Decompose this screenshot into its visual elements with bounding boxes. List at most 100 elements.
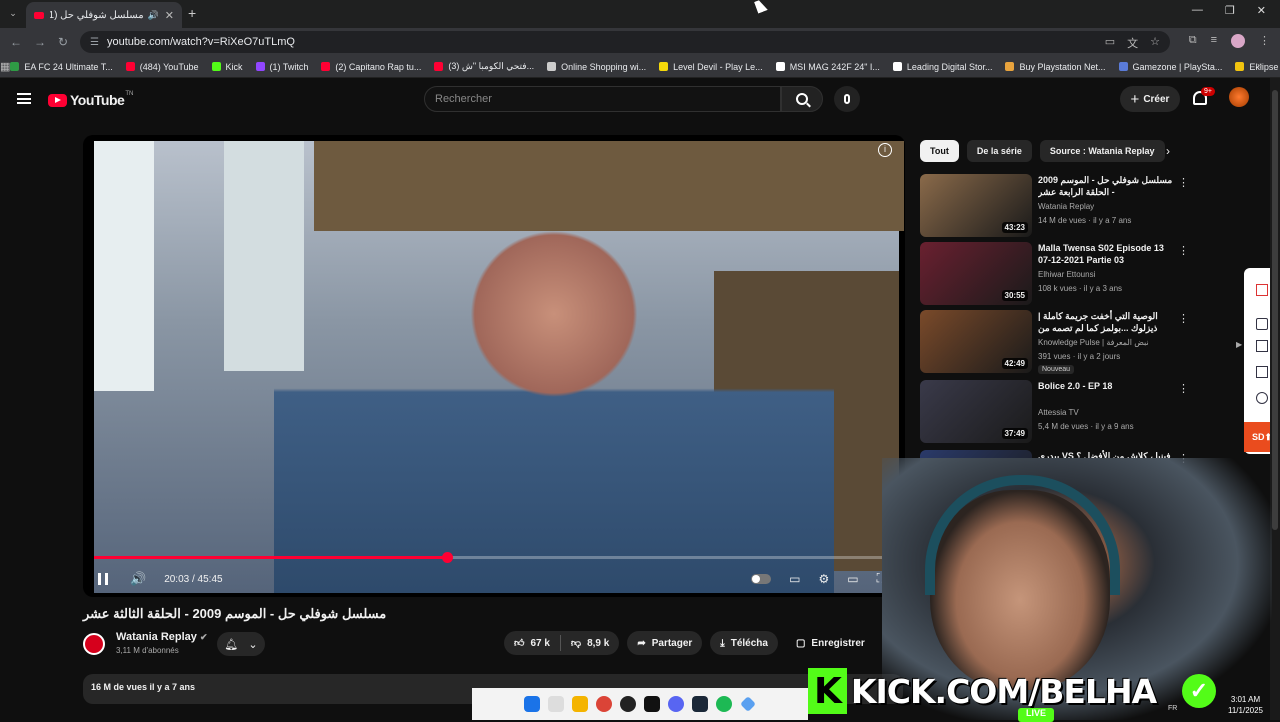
windows-start-icon[interactable] (524, 696, 540, 712)
restore-icon[interactable]: ❐ (1225, 4, 1235, 17)
reload-icon[interactable]: ↻ (58, 35, 72, 49)
share-button[interactable]: ➦ Partager (627, 631, 703, 655)
info-icon[interactable]: i (878, 143, 892, 157)
menu-icon[interactable] (17, 93, 31, 104)
search-button[interactable] (781, 86, 823, 112)
extensions-icon[interactable]: ⧉ (1189, 34, 1197, 48)
bookmark-item[interactable]: Kick (211, 62, 243, 72)
bookmark-item[interactable]: EA FC 24 Ultimate T... (10, 62, 113, 72)
related-title[interactable]: Bolice 2.0 - EP 18 (1038, 380, 1173, 392)
back-icon[interactable]: ← (10, 35, 24, 49)
channel-name[interactable]: Watania Replay ✔ (116, 631, 208, 643)
system-clock[interactable]: 3:01 AM 11/1/2025 (1228, 694, 1263, 716)
video-thumbnail[interactable]: 30:55 (920, 242, 1032, 305)
related-video-item[interactable]: 42:49 الوصية التي أخفت جريمة كاملة | ذيزل… (920, 310, 1190, 374)
taskbar-search-icon[interactable] (548, 696, 564, 712)
related-video-item[interactable]: 37:49 Bolice 2.0 - EP 18 Attessia TV 5,4 M … (920, 380, 1190, 444)
video-thumbnail[interactable]: 43:23 (920, 174, 1032, 237)
forward-icon[interactable]: → (34, 35, 48, 49)
file-explorer-icon[interactable] (572, 696, 588, 712)
autoplay-toggle[interactable] (751, 573, 772, 584)
scrubber-handle[interactable] (441, 552, 453, 563)
bookmark-item[interactable]: (484) YouTube (125, 62, 199, 72)
theater-mode-icon[interactable]: ▭ (847, 572, 858, 586)
export-icon[interactable] (1256, 284, 1268, 296)
video-frame[interactable] (94, 141, 905, 593)
discord-icon[interactable] (668, 696, 684, 712)
subscription-bell-button[interactable]: 🔔︎ ⌄ (217, 632, 265, 656)
tab-active[interactable]: مسلسل شوفلي حل (31) - ال... 🔊 ✕ (26, 2, 182, 28)
related-channel[interactable]: Elhiwar Ettounsi (1038, 270, 1095, 279)
video-thumbnail[interactable]: 42:49 (920, 310, 1032, 373)
progress-bar[interactable] (94, 552, 899, 563)
bookmark-item[interactable]: Buy Playstation Net... (1005, 62, 1106, 72)
new-tab-button[interactable]: + (188, 5, 196, 21)
related-channel[interactable]: Watania Replay (1038, 202, 1094, 211)
related-title[interactable]: Malla Twensa S02 Episode 13 07-12-2021 P… (1038, 242, 1173, 266)
chrome-icon[interactable] (596, 696, 612, 712)
scrollbar-thumb[interactable] (1272, 90, 1278, 530)
search-input[interactable]: Rechercher (424, 86, 781, 112)
related-channel[interactable]: Attessia TV (1038, 408, 1079, 417)
more-options-icon[interactable]: ⋮ (1178, 312, 1189, 325)
bookmark-item[interactable]: Online Shopping wi... (547, 62, 646, 72)
app-diamond-icon[interactable] (740, 696, 756, 712)
profile-avatar[interactable] (1231, 34, 1245, 48)
like-button[interactable]: 👍︎ 67 k (504, 637, 560, 650)
crop-icon[interactable] (1256, 366, 1268, 378)
bookmark-item[interactable]: MSI MAG 242F 24" I... (775, 62, 880, 72)
more-options-icon[interactable]: ⋮ (1178, 382, 1189, 395)
save-button[interactable]: ▢ Enregistrer (786, 631, 875, 655)
site-info-icon[interactable]: ☰ (90, 37, 99, 48)
chip-0[interactable]: Tout (920, 140, 959, 162)
browser-menu-icon[interactable]: ⋮ (1259, 34, 1270, 48)
more-options-icon[interactable]: ⋮ (1178, 176, 1189, 189)
related-video-item[interactable]: 43:23 مسلسل شوفلي حل - الموسم 2009 - الحل… (920, 174, 1190, 238)
more-options-icon[interactable]: ⋮ (1178, 244, 1189, 257)
panel-toggle-arrow-icon[interactable]: ▶ (1236, 340, 1242, 349)
cast-icon[interactable]: ▭ (1105, 35, 1115, 51)
bookmark-star-icon[interactable]: ☆ (1150, 35, 1160, 51)
subtitles-icon[interactable]: ▭ (789, 572, 800, 586)
related-video-item[interactable]: 30:55 Malla Twensa S02 Episode 13 07-12-2… (920, 242, 1190, 306)
audio-icon[interactable]: 🔊 (148, 10, 159, 21)
tab-close-icon[interactable]: ✕ (165, 9, 174, 22)
dislike-button[interactable]: 👎︎ 8,9 k (561, 637, 619, 650)
chip-2[interactable]: Source : Watania Replay (1039, 140, 1165, 162)
related-title[interactable]: مسلسل شوفلي حل - الموسم 2009 - الحلقة ال… (1038, 174, 1173, 198)
bookmark-item[interactable]: (3) فتحي الكومبا "ش... (434, 61, 534, 72)
bookmarks-more-icon[interactable]: » (1257, 60, 1262, 70)
apps-grid-icon[interactable]: ▦ (0, 60, 10, 73)
chip-next-chevron-icon[interactable]: › (1166, 144, 1170, 158)
user-avatar[interactable] (1229, 87, 1249, 107)
address-bar[interactable]: ☰ youtube.com/watch?v=RiXeO7uTLmQ ▭ 文 ☆ (80, 31, 1170, 53)
close-window-icon[interactable]: ✕ (1257, 4, 1266, 17)
download-button[interactable]: ⤓ Télécha (710, 631, 778, 655)
bookmark-item[interactable]: (1) Twitch (255, 62, 308, 72)
pen-icon[interactable] (1256, 318, 1268, 330)
pause-icon[interactable] (98, 573, 108, 585)
nvidia-icon[interactable] (644, 696, 660, 712)
volume-icon[interactable]: 🔊 (130, 571, 146, 587)
bookmark-item[interactable]: Leading Digital Stor... (892, 62, 992, 72)
video-player[interactable]: i 🔊 20:03 / 45:45 ▭ ⚙ ▭ ⛶ (83, 135, 905, 597)
spotify-icon[interactable] (716, 696, 732, 712)
settings-gear-icon[interactable]: ⚙ (818, 572, 829, 586)
youtube-logo[interactable]: YouTube TN (48, 91, 133, 108)
bookmark-item[interactable]: Gamezone | PlaySta... (1118, 62, 1222, 72)
app-icon[interactable] (620, 696, 636, 712)
voice-search-button[interactable] (834, 86, 860, 112)
minimize-icon[interactable]: — (1192, 4, 1203, 17)
translate-icon[interactable]: 文 (1127, 35, 1138, 51)
bookmark-item[interactable]: (2) Capitano Rap tu... (321, 62, 421, 72)
create-button[interactable]: + Créer (1120, 86, 1180, 112)
chip-1[interactable]: De la série (966, 140, 1032, 162)
tab-search-icon[interactable]: ⌄ (6, 6, 20, 20)
related-channel[interactable]: Knowledge Pulse | نبض المعرفة (1038, 338, 1149, 347)
screen-icon[interactable] (1256, 340, 1268, 352)
related-title[interactable]: الوصية التي أخفت جريمة كاملة | ذيزلوك ..… (1038, 310, 1173, 334)
bookmark-item[interactable]: Level Devil - Play Le... (659, 62, 763, 72)
channel-avatar[interactable] (83, 633, 105, 655)
record-icon[interactable] (1256, 392, 1268, 404)
keyboard-language[interactable]: FR (1168, 705, 1177, 712)
